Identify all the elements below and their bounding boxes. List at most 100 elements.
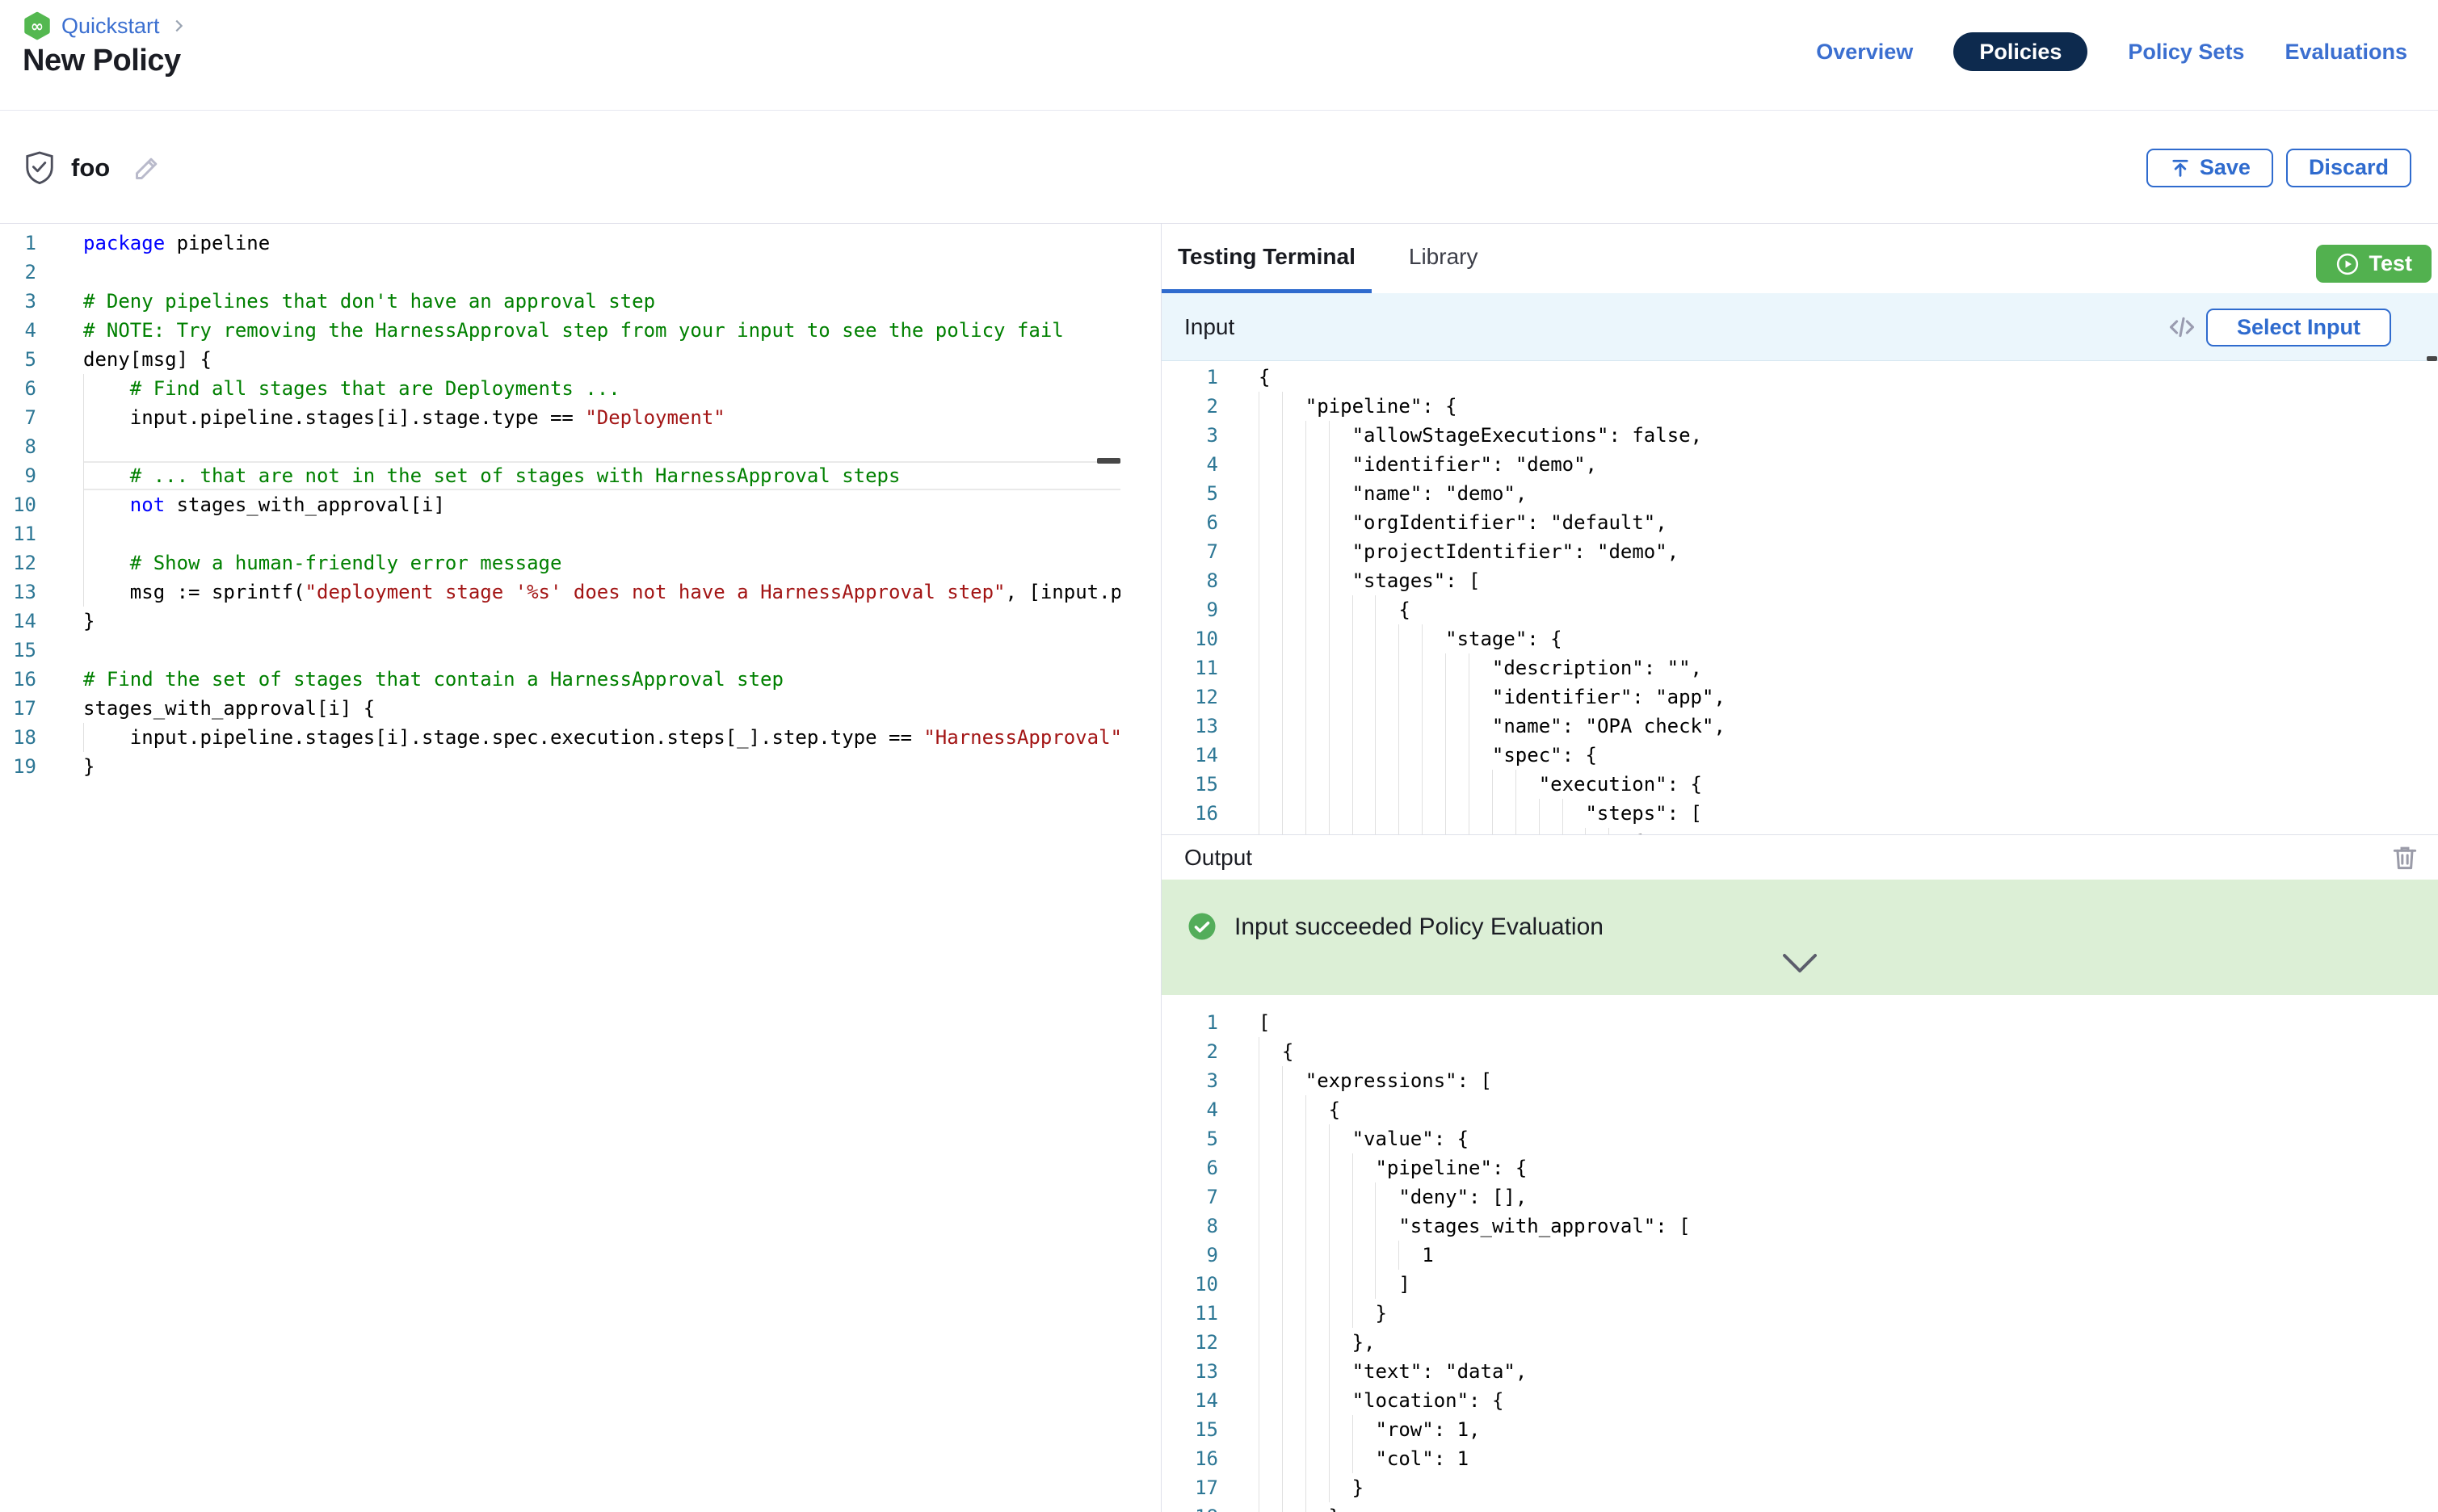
code-line[interactable]: 6"orgIdentifier": "default", bbox=[1162, 508, 2438, 537]
edit-name-icon[interactable] bbox=[131, 152, 163, 184]
indent-guide bbox=[1282, 1444, 1305, 1473]
tab-overview[interactable]: Overview bbox=[1816, 32, 1913, 71]
code-line[interactable]: 16# Find the set of stages that contain … bbox=[0, 665, 1120, 694]
policy-shield-icon bbox=[23, 150, 57, 186]
code-line[interactable]: 6"pipeline": { bbox=[1162, 1153, 2438, 1182]
code-line[interactable]: 13"name": "OPA check", bbox=[1162, 712, 2438, 741]
indent-guide bbox=[1259, 1386, 1282, 1415]
code-line[interactable]: 10not stages_with_approval[i] bbox=[0, 490, 1120, 519]
code-line[interactable]: 9# ... that are not in the set of stages… bbox=[0, 461, 1120, 490]
indent-guide bbox=[1329, 566, 1352, 595]
breadcrumb-link-quickstart[interactable]: Quickstart bbox=[61, 14, 160, 39]
code-line[interactable]: 11} bbox=[1162, 1299, 2438, 1328]
code-view-icon[interactable] bbox=[2168, 313, 2196, 341]
indent-guide bbox=[1259, 508, 1282, 537]
indent-guide bbox=[1352, 1299, 1376, 1328]
code-line[interactable]: 6# Find all stages that are Deployments … bbox=[0, 374, 1120, 403]
clear-output-trash-icon[interactable] bbox=[2390, 842, 2420, 873]
code-line[interactable]: 3"expressions": [ bbox=[1162, 1066, 2438, 1095]
code-line[interactable]: 17} bbox=[1162, 1473, 2438, 1502]
code-line[interactable]: 5 "value": { bbox=[1162, 1124, 2438, 1153]
code-line[interactable]: 2"pipeline": { bbox=[1162, 392, 2438, 421]
code-line[interactable]: 7input.pipeline.stages[i].stage.type == … bbox=[0, 403, 1120, 432]
code-line[interactable]: 4"identifier": "demo", bbox=[1162, 450, 2438, 479]
indent-guide bbox=[1259, 1473, 1282, 1502]
tab-policy-sets[interactable]: Policy Sets bbox=[2128, 32, 2244, 71]
code-line[interactable]: 19} bbox=[0, 752, 1120, 781]
indent-guide bbox=[1469, 799, 1492, 828]
input-json-editor[interactable]: 1{2"pipeline": {3"allowStageExecutions":… bbox=[1162, 361, 2438, 834]
code-token: "identifier": "demo", bbox=[1352, 453, 1597, 476]
code-line[interactable]: 4# NOTE: Try removing the HarnessApprova… bbox=[0, 316, 1120, 345]
code-line[interactable]: 3# Deny pipelines that don't have an app… bbox=[0, 287, 1120, 316]
indent-guide bbox=[1445, 828, 1469, 834]
tab-testing-terminal[interactable]: Testing Terminal bbox=[1162, 224, 1372, 293]
line-number: 7 bbox=[0, 403, 36, 432]
code-line[interactable]: 11"description": "", bbox=[1162, 653, 2438, 682]
tab-library[interactable]: Library bbox=[1393, 224, 1494, 293]
code-line[interactable]: 12}, bbox=[1162, 1328, 2438, 1357]
indent-guide bbox=[1445, 653, 1469, 682]
output-json-editor[interactable]: 1[2{3"expressions": [4{5 "value": { 6"pipe… bbox=[1162, 1002, 2438, 1512]
code-line[interactable]: 18} bbox=[1162, 1502, 2438, 1512]
code-line[interactable]: 8"stages": [ bbox=[1162, 566, 2438, 595]
code-line[interactable]: 91 bbox=[1162, 1241, 2438, 1270]
code-line[interactable]: 8 bbox=[0, 432, 1120, 461]
code-line[interactable]: 14"spec": { bbox=[1162, 741, 2438, 770]
code-line[interactable]: 11 bbox=[0, 519, 1120, 548]
save-button[interactable]: Save bbox=[2146, 149, 2273, 187]
code-line[interactable]: 13msg := sprintf("deployment stage '%s' … bbox=[0, 578, 1120, 607]
code-token: "steps": [ bbox=[1585, 802, 1702, 825]
indent-guide bbox=[1282, 741, 1305, 770]
line-number: 5 bbox=[1162, 1124, 1218, 1153]
code-line[interactable]: 1package pipeline bbox=[0, 229, 1120, 258]
code-line[interactable]: 8"stages_with_approval": [ bbox=[1162, 1212, 2438, 1241]
indent-guide bbox=[1305, 653, 1329, 682]
indent-guide bbox=[1469, 770, 1492, 799]
code-line[interactable]: 14"location": { bbox=[1162, 1386, 2438, 1415]
test-button[interactable]: Test bbox=[2316, 245, 2432, 283]
code-line[interactable]: 4{ bbox=[1162, 1095, 2438, 1124]
indent-guide bbox=[1305, 1153, 1329, 1182]
code-line[interactable]: 15"row": 1, bbox=[1162, 1415, 2438, 1444]
tab-policies[interactable]: Policies bbox=[1953, 32, 2087, 71]
code-line[interactable]: 7"projectIdentifier": "demo", bbox=[1162, 537, 2438, 566]
code-line[interactable]: 16"col": 1 bbox=[1162, 1444, 2438, 1473]
chevron-down-icon[interactable] bbox=[1781, 952, 1818, 975]
code-line[interactable]: 13"text": "data", bbox=[1162, 1357, 2438, 1386]
policy-code-editor[interactable]: 1package pipeline23# Deny pipelines that… bbox=[0, 224, 1120, 1512]
line-number: 4 bbox=[0, 316, 36, 345]
code-line[interactable]: 2{ bbox=[1162, 1037, 2438, 1066]
discard-button[interactable]: Discard bbox=[2286, 149, 2411, 187]
code-line[interactable]: 18input.pipeline.stages[i].stage.spec.ex… bbox=[0, 723, 1120, 752]
indent-guide bbox=[1259, 1212, 1282, 1241]
code-line[interactable]: 17{ bbox=[1162, 828, 2438, 834]
code-line[interactable]: 10] bbox=[1162, 1270, 2438, 1299]
indent-guide bbox=[1282, 1415, 1305, 1444]
code-line[interactable]: 1{ bbox=[1162, 363, 2438, 392]
code-line[interactable]: 14} bbox=[0, 607, 1120, 636]
code-line[interactable]: 12"identifier": "app", bbox=[1162, 682, 2438, 712]
code-line[interactable]: 17stages_with_approval[i] { bbox=[0, 694, 1120, 723]
code-line[interactable]: 1[ bbox=[1162, 1008, 2438, 1037]
code-line[interactable]: 16"steps": [ bbox=[1162, 799, 2438, 828]
code-line[interactable]: 2 bbox=[0, 258, 1120, 287]
code-line[interactable]: 15"execution": { bbox=[1162, 770, 2438, 799]
code-line[interactable]: 5deny[msg] { bbox=[0, 345, 1120, 374]
code-line[interactable]: 9{ bbox=[1162, 595, 2438, 624]
code-line[interactable]: 12# Show a human-friendly error message bbox=[0, 548, 1120, 578]
code-line[interactable]: 15 bbox=[0, 636, 1120, 665]
code-line[interactable]: 3"allowStageExecutions": false, bbox=[1162, 421, 2438, 450]
code-token: "identifier": "app", bbox=[1492, 686, 1726, 708]
line-number: 9 bbox=[1162, 595, 1218, 624]
indent-guide bbox=[1305, 1357, 1329, 1386]
indent-guide bbox=[1352, 624, 1376, 653]
indent-guide bbox=[1398, 741, 1422, 770]
indent-guide bbox=[1305, 624, 1329, 653]
select-input-button[interactable]: Select Input bbox=[2206, 309, 2391, 346]
code-line[interactable]: 7"deny": [], bbox=[1162, 1182, 2438, 1212]
code-line[interactable]: 5"name": "demo", bbox=[1162, 479, 2438, 508]
code-line[interactable]: 10"stage": { bbox=[1162, 624, 2438, 653]
code-token: "value": { bbox=[1352, 1128, 1469, 1150]
tab-evaluations[interactable]: Evaluations bbox=[2285, 32, 2407, 71]
